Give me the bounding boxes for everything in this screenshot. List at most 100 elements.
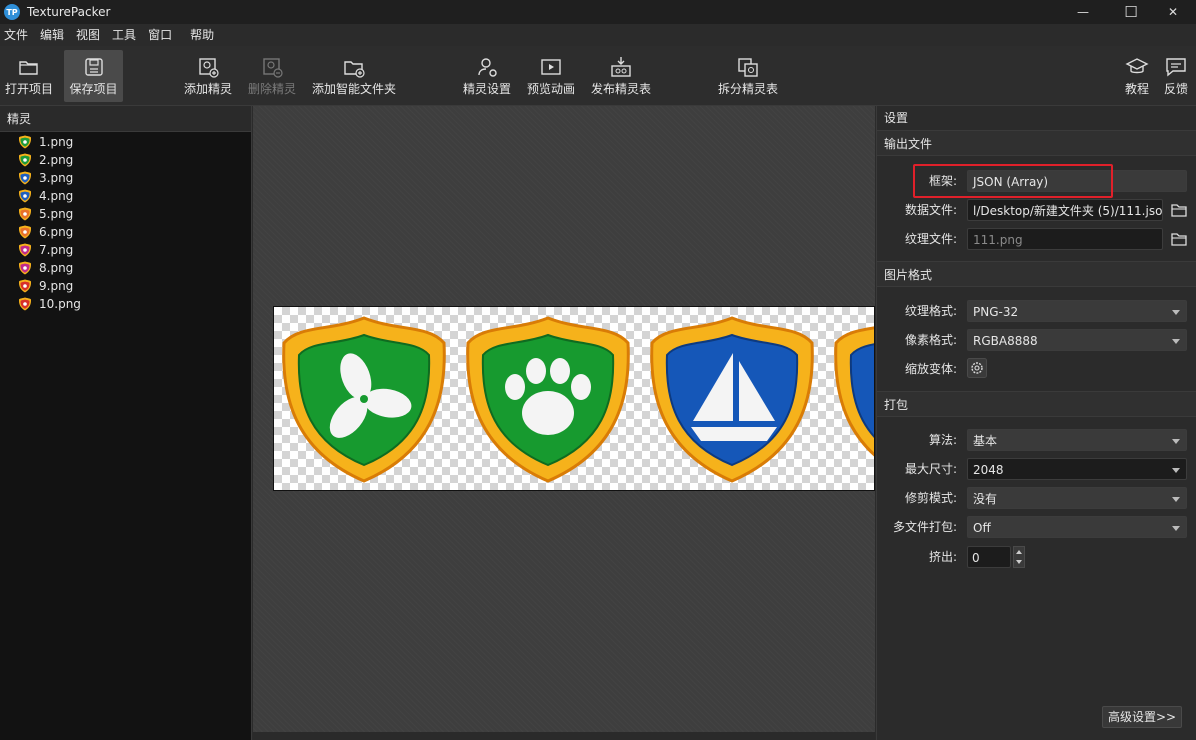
chevron-down-icon (1172, 526, 1180, 531)
graduation-cap-icon (1125, 58, 1149, 74)
sprite-sheet-canvas[interactable] (253, 106, 875, 740)
feedback-label: 反馈 (1163, 82, 1188, 96)
sprite-settings-button[interactable]: 精灵设置 (461, 50, 513, 102)
sprite-badge-fan (282, 316, 446, 483)
delete-sprite-button[interactable]: 删除精灵 (246, 50, 298, 102)
preview-animation-label: 预览动画 (526, 82, 575, 96)
sprite-thumbnail-icon (18, 207, 32, 221)
sprite-list-item[interactable]: 7.png (0, 241, 251, 259)
algorithm-value: 基本 (973, 434, 998, 448)
trim-mode-select[interactable]: 没有 (967, 487, 1187, 509)
app-logo: TP (4, 4, 20, 20)
sprite-list-item[interactable]: 6.png (0, 223, 251, 241)
publish-sheet-label: 发布精灵表 (590, 82, 651, 96)
framework-highlight-box (913, 164, 1113, 198)
maximize-icon[interactable]: ☐ (1108, 0, 1154, 24)
settings-panel: 设置 输出文件 框架: JSON (Array) 数据文件: l/Desktop… (876, 106, 1196, 740)
sprite-filename: 1.png (39, 135, 74, 149)
feedback-button[interactable]: 反馈 (1161, 50, 1191, 102)
max-size-combo[interactable]: 2048 (967, 458, 1187, 480)
menu-tools[interactable]: 工具 (106, 24, 142, 46)
menu-file[interactable]: 文件 (0, 24, 34, 46)
sprite-list: 1.png 2.png 3.png 4.png 5.png 6.png 7.png 8.png… (0, 132, 251, 313)
advanced-settings-button[interactable]: 高级设置>> (1102, 706, 1182, 728)
save-icon (84, 58, 103, 76)
pixel-format-label: 像素格式: (904, 333, 957, 347)
preview-animation-button[interactable]: 预览动画 (525, 50, 577, 102)
menu-window[interactable]: 窗口 (142, 24, 178, 46)
minimize-icon[interactable]: — (1060, 0, 1106, 24)
sprite-thumbnail-icon (18, 279, 32, 293)
sprite-list-item[interactable]: 10.png (0, 295, 251, 313)
toolbar: 打开项目 保存项目 添加精灵 删除精灵 添加智能文件夹 精灵设置 预览动画 发布… (0, 46, 1196, 106)
scale-variants-row: 缩放变体: (877, 358, 1196, 380)
sprite-sheet-preview (273, 306, 875, 491)
add-sprite-button[interactable]: 添加精灵 (182, 50, 234, 102)
gear-icon[interactable] (967, 358, 987, 378)
add-sprite-label: 添加精灵 (183, 82, 232, 96)
algorithm-select[interactable]: 基本 (967, 429, 1187, 451)
close-icon[interactable]: ✕ (1150, 0, 1196, 24)
max-size-value: 2048 (973, 463, 1004, 477)
publish-sheet-button[interactable]: 发布精灵表 (588, 50, 654, 102)
sprite-list-item[interactable]: 9.png (0, 277, 251, 295)
open-project-button[interactable]: 打开项目 (2, 50, 56, 102)
sprite-thumbnail-icon (18, 297, 32, 311)
sprite-filename: 4.png (39, 189, 74, 203)
browse-folder-icon[interactable] (1170, 202, 1188, 218)
add-smart-folder-button[interactable]: 添加智能文件夹 (310, 50, 398, 102)
split-sheet-button[interactable]: 拆分精灵表 (715, 50, 781, 102)
chevron-down-icon (1172, 468, 1180, 473)
sprite-thumbnail-icon (18, 243, 32, 257)
texture-file-value: 111.png (973, 233, 1023, 247)
extrude-label: 挤出: (928, 550, 957, 564)
split-sheet-label: 拆分精灵表 (717, 82, 778, 96)
multipack-row: 多文件打包: Off (877, 516, 1196, 538)
sprite-list-item[interactable]: 8.png (0, 259, 251, 277)
sprite-list-item[interactable]: 1.png (0, 133, 251, 151)
menu-view[interactable]: 视图 (70, 24, 106, 46)
folder-open-icon (19, 61, 38, 75)
sprite-filename: 8.png (39, 261, 74, 275)
texture-file-input[interactable]: 111.png (967, 228, 1163, 250)
extrude-spinbox[interactable]: 0 (967, 546, 1011, 568)
data-file-input[interactable]: l/Desktop/新建文件夹 (5)/111.json (967, 199, 1163, 221)
sprites-panel-title: 精灵 (0, 106, 251, 132)
menu-help[interactable]: 帮助 (178, 24, 220, 46)
scale-variants-label: 缩放变体: (904, 362, 957, 376)
sprite-filename: 5.png (39, 207, 74, 221)
smart-folder-icon (344, 61, 365, 78)
data-file-value: l/Desktop/新建文件夹 (5)/111.json (973, 204, 1163, 218)
browse-folder-icon[interactable] (1170, 231, 1188, 247)
title-bar: TP TexturePacker — ☐ ✕ (0, 0, 1196, 24)
sprite-list-item[interactable]: 2.png (0, 151, 251, 169)
multipack-select[interactable]: Off (967, 516, 1187, 538)
sprite-list-item[interactable]: 5.png (0, 205, 251, 223)
max-size-label: 最大尺寸: (904, 462, 957, 476)
sprite-settings-icon (478, 58, 497, 77)
output-section-header: 输出文件 (877, 130, 1196, 156)
menu-bar: 文件 编辑 视图 工具 窗口 帮助 (0, 24, 1196, 46)
algorithm-label: 算法: (928, 433, 957, 447)
canvas-horizontal-scrollbar[interactable] (253, 732, 875, 740)
open-project-label: 打开项目 (4, 82, 53, 96)
multipack-label: 多文件打包: (892, 520, 957, 534)
sprite-thumbnail-icon (18, 135, 32, 149)
sprite-list-item[interactable]: 3.png (0, 169, 251, 187)
app-title: TexturePacker (27, 5, 111, 19)
spinner-arrows-icon[interactable] (1013, 546, 1025, 568)
chevron-down-icon (1172, 339, 1180, 344)
save-project-button[interactable]: 保存项目 (64, 50, 123, 102)
menu-edit[interactable]: 编辑 (34, 24, 70, 46)
texture-format-select[interactable]: PNG-32 (967, 300, 1187, 322)
sprite-filename: 2.png (39, 153, 74, 167)
pixel-format-row: 像素格式: RGBA8888 (877, 329, 1196, 351)
sprite-filename: 6.png (39, 225, 74, 239)
tutorial-button[interactable]: 教程 (1122, 50, 1152, 102)
delete-sprite-label: 删除精灵 (247, 82, 296, 96)
pixel-format-select[interactable]: RGBA8888 (967, 329, 1187, 351)
sprite-list-item[interactable]: 4.png (0, 187, 251, 205)
data-file-label: 数据文件: (904, 203, 957, 217)
chevron-down-icon (1172, 439, 1180, 444)
sprite-thumbnail-icon (18, 225, 32, 239)
